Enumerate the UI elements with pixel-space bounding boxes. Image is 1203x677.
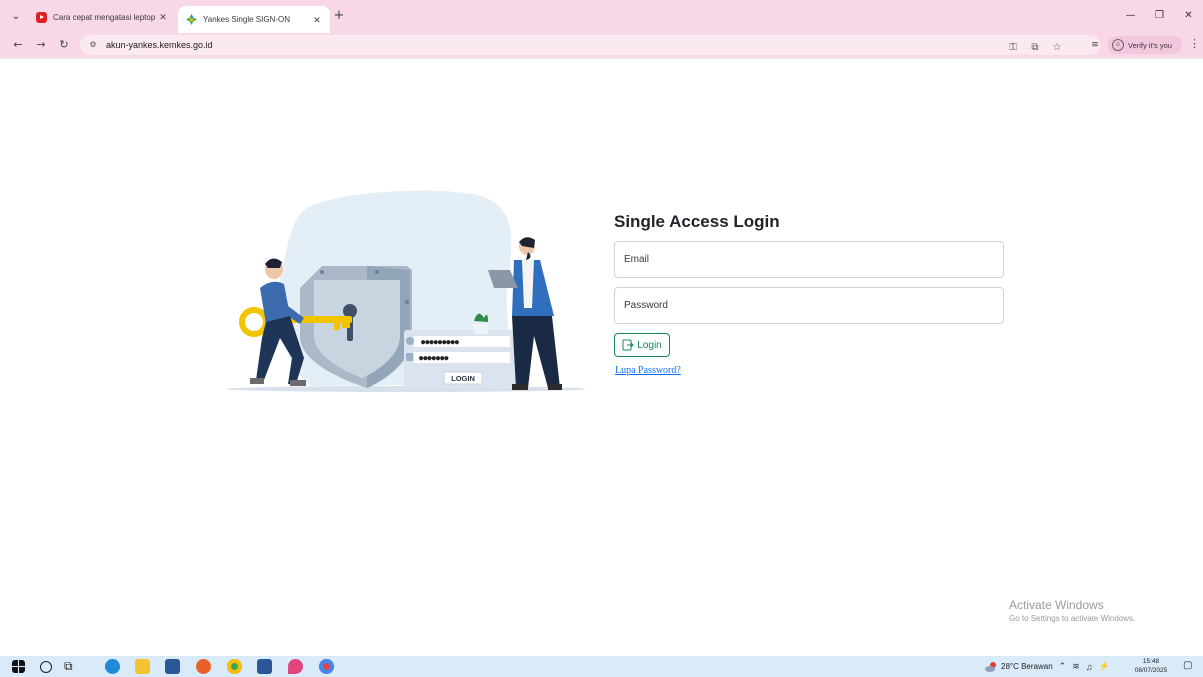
chrome-icon[interactable] (227, 659, 242, 674)
activate-windows-watermark: Activate Windows Go to Settings to activ… (1009, 598, 1135, 626)
bookmark-star-icon[interactable]: ☆ (1048, 42, 1066, 53)
clock-time: 15:48 (1142, 658, 1160, 665)
notification-icon[interactable]: ▢ (1183, 660, 1195, 672)
search-icon[interactable] (40, 661, 52, 673)
clock[interactable]: 15:48 08/07/2025 (1129, 657, 1173, 675)
system-tray: 28°C Berawan ⌃ ≋ ♫ ⚡ (985, 658, 1110, 675)
login-button-label: Login (637, 339, 662, 351)
security-login-illustration: ●●●●●●●●● ●●●●●●● LOGIN (226, 190, 586, 392)
tab-title: Yankes Single SIGN-ON (203, 15, 290, 24)
screen: ⌄ Cara cepat mengatasi leptop yang ✕ Yan… (0, 0, 1203, 677)
back-icon[interactable]: ← (10, 37, 26, 53)
mail-icon[interactable] (165, 659, 180, 674)
illustration-login-label: LOGIN (451, 374, 475, 383)
browser-toolbar: ← → ↻ ⚙ akun-yankes.kemkes.go.id ⚿ ⧉ ☆ (0, 33, 1203, 58)
password-dots-1: ●●●●●●●●● (421, 338, 460, 346)
password-key-icon[interactable]: ⚿ (1004, 42, 1022, 53)
login-icon (622, 339, 634, 351)
tab-youtube[interactable]: Cara cepat mengatasi leptop yang ✕ (28, 6, 176, 28)
install-app-icon[interactable]: ⧉ (1026, 42, 1044, 53)
forgot-password-link[interactable]: Lupa Password? (615, 365, 681, 376)
browser-menu-icon[interactable]: ⋮ (1189, 37, 1200, 50)
kemkes-icon (186, 14, 197, 25)
windows-taskbar: ⧉ 28°C Berawan ⌃ ≋ ♫ ⚡ 15:48 08/07/2025 … (0, 656, 1203, 677)
url-text[interactable]: akun-yankes.kemkes.go.id (106, 40, 213, 50)
page-title: Single Access Login (614, 212, 780, 231)
wifi-icon[interactable]: ≋ (1072, 661, 1080, 672)
restore-icon[interactable]: ❐ (1145, 6, 1174, 26)
site-info-icon[interactable]: ⚙ (86, 38, 100, 52)
weather-icon[interactable] (985, 661, 997, 673)
maps-icon[interactable] (288, 659, 303, 674)
address-bar[interactable]: ⚙ akun-yankes.kemkes.go.id ⚿ ⧉ ☆ (80, 35, 1100, 55)
verify-profile-button[interactable]: ☺ Verify it's you (1108, 36, 1182, 54)
password-dots-2: ●●●●●●● (419, 354, 449, 362)
browser-tab-strip: ⌄ Cara cepat mengatasi leptop yang ✕ Yan… (0, 0, 1203, 33)
youtube-icon (36, 11, 47, 23)
chevron-up-icon[interactable]: ⌃ (1059, 661, 1067, 672)
windows-start-icon[interactable] (12, 660, 25, 673)
window-controls: — ❐ ✕ (1116, 6, 1203, 26)
tab-yankes[interactable]: Yankes Single SIGN-ON ✕ (178, 6, 330, 33)
login-panel: Single Access Login Login Lupa Password? (614, 210, 1006, 376)
reload-icon[interactable]: ↻ (56, 37, 72, 53)
omnibox-actions: ⚿ ⧉ ☆ (1000, 38, 1066, 56)
reading-list-icon[interactable]: ≡ (1087, 37, 1103, 53)
volume-icon[interactable]: ♫ (1086, 662, 1093, 672)
firefox-icon[interactable] (196, 659, 211, 674)
tab-title: Cara cepat mengatasi leptop yang (53, 12, 156, 22)
close-tab-icon[interactable]: ✕ (156, 10, 170, 24)
battery-icon[interactable]: ⚡ (1099, 661, 1110, 672)
new-tab-icon[interactable]: + (332, 9, 346, 23)
login-button[interactable]: Login (614, 333, 670, 357)
watermark-title: Activate Windows (1009, 598, 1104, 612)
file-explorer-icon[interactable] (135, 659, 150, 674)
weather-text[interactable]: 28°C Berawan (1001, 662, 1053, 671)
forward-icon[interactable]: → (33, 37, 49, 53)
tab-search-icon[interactable]: ⌄ (8, 9, 24, 25)
verify-label: Verify it's you (1128, 40, 1172, 50)
toolbar-divider (0, 58, 1203, 59)
email-field[interactable] (614, 241, 1004, 278)
profile-avatar-icon: ☺ (1112, 39, 1124, 51)
task-view-icon[interactable]: ⧉ (64, 659, 79, 674)
password-field[interactable] (614, 287, 1004, 324)
watermark-subtitle: Go to Settings to activate Windows. (1009, 614, 1136, 623)
close-tab-icon[interactable]: ✕ (310, 13, 324, 27)
minimize-icon[interactable]: — (1116, 6, 1145, 26)
close-icon[interactable]: ✕ (1174, 6, 1203, 26)
word-icon[interactable] (257, 659, 272, 674)
edge-icon[interactable] (105, 659, 120, 674)
clock-date: 08/07/2025 (1134, 667, 1168, 674)
chrome-profile-icon[interactable] (319, 659, 334, 674)
